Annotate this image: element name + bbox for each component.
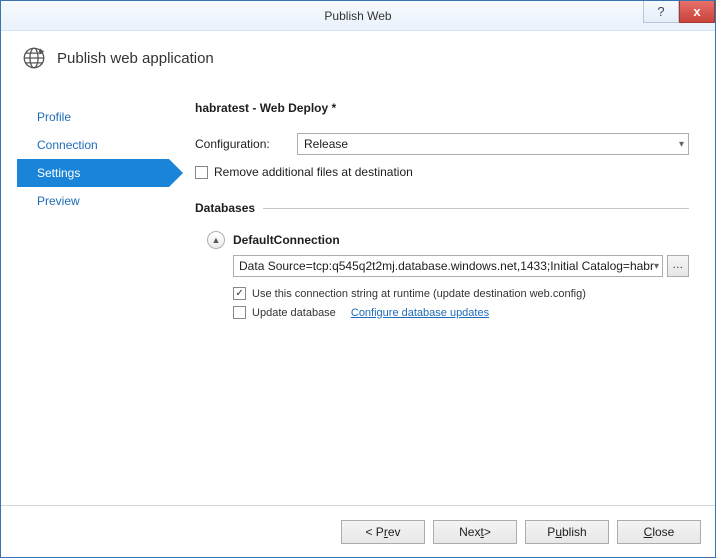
collapse-toggle[interactable]: ▲: [207, 231, 225, 249]
use-runtime-label: Use this connection string at runtime (u…: [252, 288, 586, 300]
chevron-down-icon: ▾: [654, 261, 659, 272]
connection-string-browse-button[interactable]: ...: [667, 255, 689, 277]
configure-database-updates-link[interactable]: Configure database updates: [351, 307, 489, 319]
sidebar-item-settings[interactable]: Settings: [17, 159, 169, 187]
update-database-checkbox[interactable]: [233, 306, 246, 319]
sidebar-item-connection[interactable]: Connection: [17, 131, 169, 159]
update-database-label: Update database: [252, 307, 336, 319]
wizard-sidebar: Profile Connection Settings Preview: [17, 89, 169, 505]
configuration-label: Configuration:: [195, 137, 289, 151]
dialog-header: Publish web application: [21, 45, 699, 71]
connection-name: DefaultConnection: [233, 233, 340, 247]
sidebar-item-preview[interactable]: Preview: [17, 187, 169, 215]
sidebar-item-label: Profile: [37, 110, 71, 124]
default-connection-group: ▲ DefaultConnection Data Source=tcp:q545…: [207, 231, 689, 319]
dialog-footer: < Prev Next > Publish Close: [1, 505, 715, 557]
sidebar-item-profile[interactable]: Profile: [17, 103, 169, 131]
sidebar-item-label: Connection: [37, 138, 98, 152]
settings-panel: habratest - Web Deploy * Configuration: …: [169, 89, 699, 505]
configuration-select[interactable]: Release ▾: [297, 133, 689, 155]
page-title: habratest - Web Deploy *: [195, 101, 689, 115]
remove-files-label: Remove additional files at destination: [214, 165, 413, 179]
globe-arrow-icon: [21, 45, 47, 71]
use-runtime-checkbox[interactable]: ✓: [233, 287, 246, 300]
divider: [263, 208, 689, 209]
publish-button[interactable]: Publish: [525, 520, 609, 544]
remove-files-checkbox[interactable]: [195, 166, 208, 179]
connection-string-value: Data Source=tcp:q545q2t2mj.database.wind…: [239, 259, 654, 273]
chevron-down-icon: ▾: [679, 139, 684, 150]
prev-button[interactable]: < Prev: [341, 520, 425, 544]
help-button[interactable]: ?: [643, 1, 679, 23]
connection-string-input[interactable]: Data Source=tcp:q545q2t2mj.database.wind…: [233, 255, 663, 277]
configuration-value: Release: [304, 137, 348, 151]
close-window-button[interactable]: x: [679, 1, 715, 23]
databases-heading: Databases: [195, 201, 255, 215]
chevron-up-icon: ▲: [212, 235, 221, 245]
window-title: Publish Web: [1, 9, 715, 23]
close-button[interactable]: Close: [617, 520, 701, 544]
next-button[interactable]: Next >: [433, 520, 517, 544]
titlebar: Publish Web ? x: [1, 1, 715, 31]
dialog-heading: Publish web application: [57, 50, 214, 67]
sidebar-item-label: Settings: [37, 166, 80, 180]
sidebar-item-label: Preview: [37, 194, 80, 208]
publish-web-dialog: Publish Web ? x Publish web application …: [0, 0, 716, 558]
